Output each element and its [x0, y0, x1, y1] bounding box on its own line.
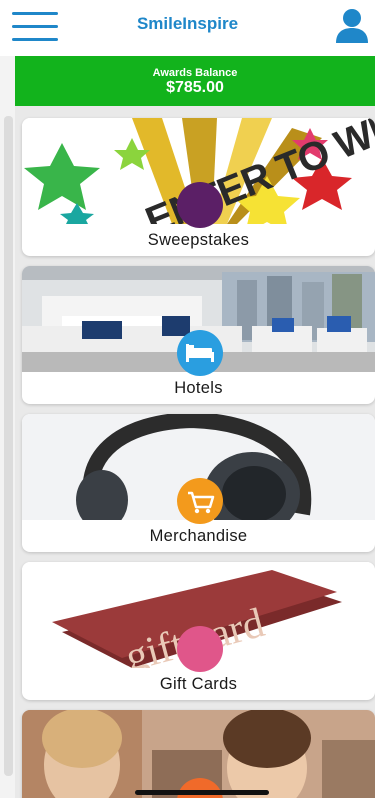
awards-balance-amount: $785.00 — [166, 79, 224, 96]
shopping-cart-icon — [177, 478, 223, 524]
menu-line — [12, 38, 58, 41]
category-label-gift-cards: Gift Cards — [159, 675, 238, 693]
category-card-hotels[interactable]: Hotels — [22, 266, 375, 404]
side-rail — [0, 56, 15, 798]
awards-balance-banner: Awards Balance $785.00 — [15, 56, 375, 106]
category-label-sweepstakes: Sweepstakes — [147, 231, 250, 249]
category-card-partial[interactable] — [22, 710, 375, 798]
user-icon[interactable] — [335, 8, 369, 44]
sweepstakes-badge-icon — [177, 182, 223, 228]
category-label-hotels: Hotels — [174, 379, 223, 397]
category-card-sweepstakes[interactable]: ENTER TO WIN! Sweepstakes — [22, 118, 375, 256]
awards-balance-label: Awards Balance — [152, 67, 238, 79]
category-card-merchandise[interactable]: Merchandise — [22, 414, 375, 552]
side-rail-track — [4, 116, 13, 776]
category-label-merchandise: Merchandise — [149, 527, 248, 545]
home-indicator[interactable] — [135, 790, 269, 795]
bed-icon — [177, 330, 223, 376]
category-card-gift-cards[interactable]: gift card Gift Cards — [22, 562, 375, 700]
app-header: SmileInspire — [0, 0, 375, 56]
gift-cards-badge-icon — [177, 626, 223, 672]
app-title: SmileInspire — [136, 14, 239, 33]
